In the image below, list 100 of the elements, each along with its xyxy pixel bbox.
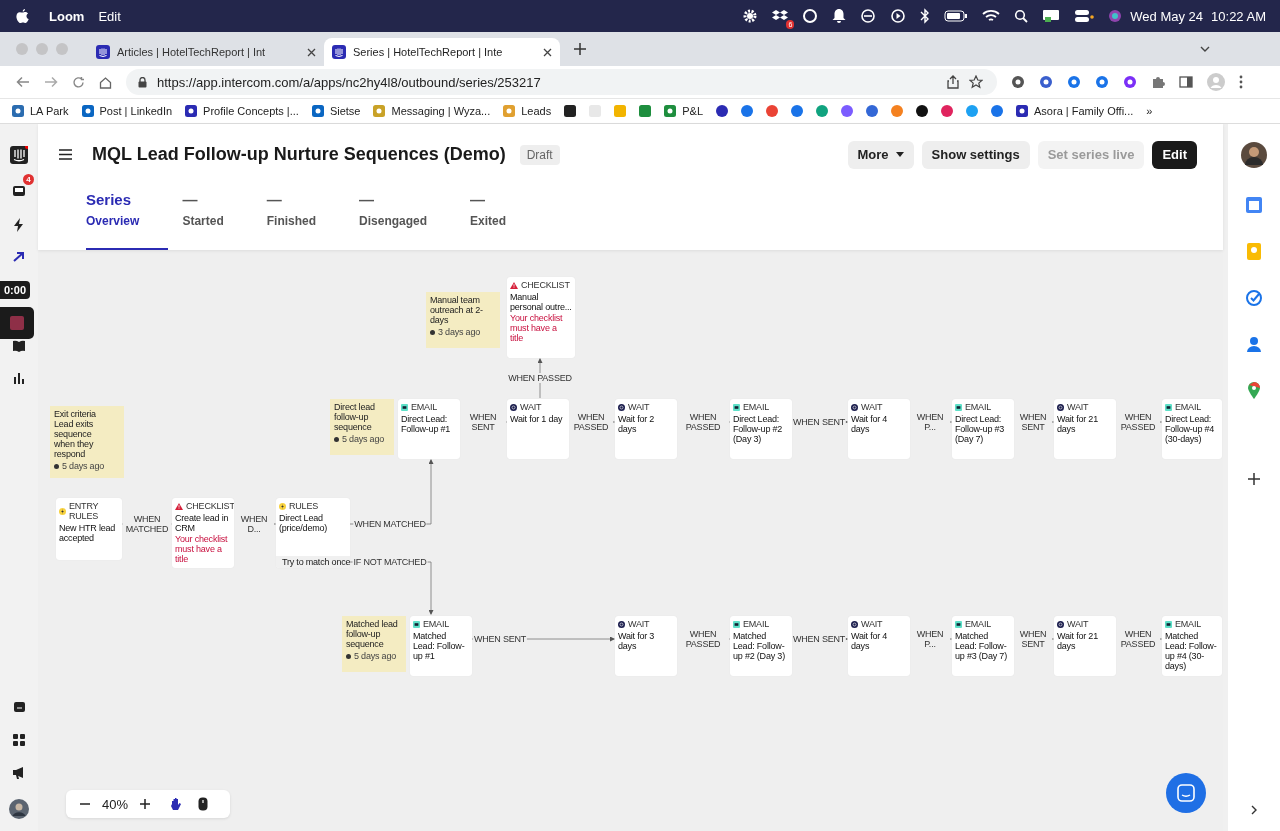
close-icon[interactable] [543, 47, 552, 57]
header-button[interactable]: Show settings [921, 140, 1030, 169]
chevron-right-icon[interactable] [1251, 805, 1257, 815]
user-avatar[interactable] [9, 799, 29, 819]
bookmark-link[interactable]: Leads [503, 105, 552, 117]
share-icon[interactable] [947, 75, 959, 89]
bookmark-favicon-icon[interactable] [916, 105, 928, 117]
entry-rules-card[interactable]: ENTRY RULES New HTR lead accepted [56, 498, 122, 560]
sticky-note[interactable]: Matched lead follow-up sequence 5 days ago [342, 616, 406, 672]
calendar-icon[interactable] [1246, 197, 1262, 213]
inbox-icon[interactable] [12, 184, 26, 198]
map-pin-icon[interactable] [1248, 382, 1260, 399]
bookmark-link[interactable]: Profile Concepts |... [185, 105, 299, 117]
puzzle-icon[interactable] [1151, 75, 1165, 89]
wait-step-card[interactable]: WAIT Wait for 3 days [615, 616, 677, 676]
bookmark-link[interactable]: P&L [664, 105, 703, 117]
messenger-button[interactable] [1166, 773, 1206, 813]
menu-item[interactable]: Edit [98, 8, 121, 24]
menu-app-name[interactable]: Loom [49, 8, 85, 24]
plus-icon[interactable] [1248, 473, 1260, 485]
extension-icon[interactable] [1011, 75, 1025, 89]
bookmark-favicon-icon[interactable] [564, 105, 577, 117]
more-bookmarks-button[interactable]: » [1146, 105, 1153, 117]
email-step-card[interactable]: EMAIL Matched Lead: Follow-up #4 (30-days) [1162, 616, 1222, 676]
no-entry-icon[interactable] [860, 8, 877, 24]
search-icon[interactable] [1014, 9, 1029, 23]
wifi-icon[interactable] [982, 9, 1001, 23]
stats-tab[interactable]: — Finished [266, 185, 346, 250]
kebab-menu-icon[interactable] [1239, 75, 1243, 89]
user-avatar[interactable] [1241, 142, 1267, 168]
circle-icon[interactable] [802, 8, 819, 24]
play-icon[interactable] [890, 8, 907, 24]
email-step-card[interactable]: EMAIL Direct Lead: Follow-up #4 (30-days) [1162, 399, 1222, 459]
header-button[interactable]: More [847, 140, 914, 169]
chevron-down-icon[interactable] [1200, 46, 1210, 52]
display-icon[interactable] [1042, 9, 1061, 23]
checkmark-icon[interactable] [1246, 290, 1262, 306]
back-icon[interactable] [16, 76, 30, 88]
rules-card[interactable]: RULES Direct Lead (price/demo) Try to match once [276, 498, 350, 568]
email-step-card[interactable]: EMAIL Direct Lead: Follow-up #3 (Day 7) [952, 399, 1014, 459]
apps-grid-icon[interactable] [13, 734, 25, 746]
battery-icon[interactable] [944, 10, 969, 22]
bluetooth-icon[interactable] [920, 8, 931, 24]
extension-icon[interactable] [1067, 75, 1081, 89]
book-icon[interactable] [12, 340, 26, 352]
star-icon[interactable] [969, 75, 983, 89]
wait-step-card[interactable]: WAIT Wait for 1 day [507, 399, 569, 459]
wait-step-card[interactable]: WAIT Wait for 2 days [615, 399, 677, 459]
menu-time[interactable]: 10:22 AM [1211, 8, 1266, 24]
wait-step-card[interactable]: WAIT Wait for 21 days [1054, 399, 1116, 459]
wait-step-card[interactable]: WAIT Wait for 4 days [848, 616, 910, 676]
bookmark-favicon-icon[interactable] [716, 105, 728, 117]
browser-tab[interactable]: Series | HotelTechReport | Inte [324, 38, 560, 66]
email-step-card[interactable]: EMAIL Matched Lead: Follow-up #3 (Day 7) [952, 616, 1014, 676]
checklist-card[interactable]: CHECKLIST Create lead in CRM Your checklist must have a title [172, 498, 234, 568]
address-bar[interactable]: https://app.intercom.com/a/apps/nc2hy4l8/outbound/series/253217 [126, 69, 997, 95]
stats-tab[interactable]: — Started [182, 185, 253, 250]
extension-icon[interactable] [1123, 75, 1137, 89]
bookmark-link[interactable]: Messaging | Wyza... [373, 105, 491, 117]
chat-icon[interactable] [12, 701, 26, 714]
close-icon[interactable] [307, 47, 316, 57]
person-icon[interactable] [1247, 336, 1261, 352]
bookmark-link[interactable]: Post | LinkedIn [81, 105, 173, 117]
bar-chart-icon[interactable] [13, 372, 25, 384]
checklist-card[interactable]: CHECKLIST Manual personal outre... Your checklist must have a title [507, 277, 575, 358]
reload-icon[interactable] [72, 75, 85, 89]
control-center-icon[interactable] [1074, 9, 1095, 23]
send-arrow-icon[interactable] [13, 252, 25, 262]
bookmark-link[interactable]: LA Park [12, 105, 69, 117]
bookmark-link[interactable]: Asora | Family Offi... [1016, 105, 1134, 117]
megaphone-icon[interactable] [12, 766, 26, 779]
extension-icon[interactable] [1095, 75, 1109, 89]
wait-step-card[interactable]: WAIT Wait for 21 days [1054, 616, 1116, 676]
stats-tab[interactable]: — Disengaged [359, 185, 457, 250]
gear-icon[interactable] [742, 8, 759, 24]
mouse-icon[interactable] [198, 797, 209, 811]
new-tab-icon[interactable] [574, 43, 586, 55]
email-step-card[interactable]: EMAIL Direct Lead: Follow-up #1 [398, 399, 460, 459]
dropbox-icon[interactable] [772, 9, 789, 23]
wait-step-card[interactable]: WAIT Wait for 4 days [848, 399, 910, 459]
side-panel-icon[interactable] [1179, 75, 1193, 89]
menu-date[interactable]: Wed May 24 [1130, 8, 1204, 24]
stats-tab[interactable]: — Exited [470, 185, 536, 250]
bolt-icon[interactable] [13, 218, 25, 232]
extension-icon[interactable] [1039, 75, 1053, 89]
sticky-note[interactable]: Exit criteria Lead exits sequence when they respond 5 days ago [50, 406, 124, 478]
browser-tab[interactable]: Articles | HotelTechReport | Int [88, 38, 324, 66]
email-step-card[interactable]: EMAIL Direct Lead: Follow-up #2 (Day 3) [730, 399, 792, 459]
hand-icon[interactable] [170, 797, 183, 811]
sticky-note[interactable]: Direct lead follow-up sequence 5 days ago [330, 399, 394, 455]
menu-icon[interactable] [59, 149, 72, 160]
email-step-card[interactable]: EMAIL Matched Lead: Follow-up #2 (Day 3) [730, 616, 792, 676]
sticky-note[interactable]: Manual team outreach at 2-days 3 days ago [426, 292, 500, 348]
siri-icon[interactable] [1108, 9, 1123, 23]
home-icon[interactable] [99, 75, 112, 89]
apple-icon[interactable] [16, 8, 29, 24]
header-button[interactable]: Edit [1152, 140, 1197, 169]
bell-icon[interactable] [832, 8, 847, 24]
match-option-bar[interactable]: Try to match once [276, 556, 350, 568]
bookmark-link[interactable]: Sietse [311, 105, 361, 117]
